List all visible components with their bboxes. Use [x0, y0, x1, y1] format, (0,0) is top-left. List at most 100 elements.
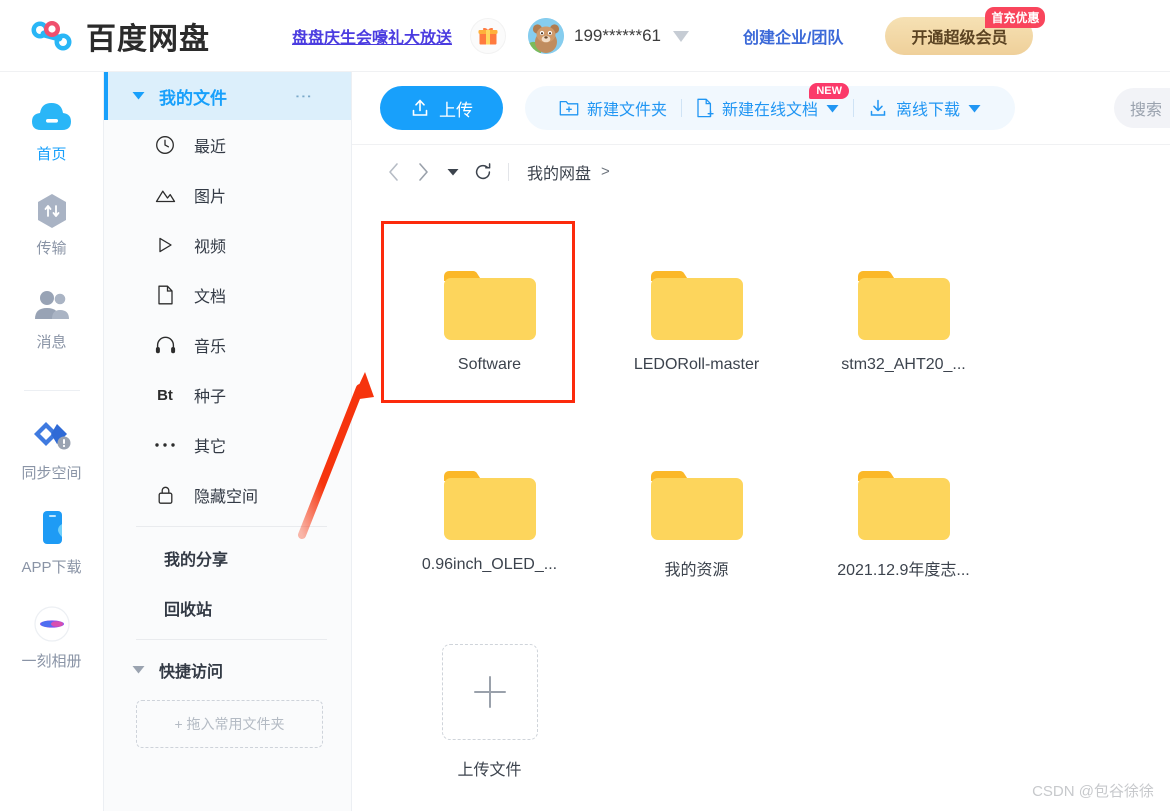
tree-section-label: 我的文件	[159, 88, 227, 108]
create-enterprise-link[interactable]: 创建企业/团队	[743, 24, 843, 48]
csdn-watermark: CSDN @包谷徐徐	[1032, 783, 1154, 800]
rail-item-transfer[interactable]: 传输	[0, 190, 104, 258]
file-tile[interactable]: 我的资源	[593, 416, 800, 616]
sidebar-item-others[interactable]: 其它	[104, 420, 351, 470]
avatar[interactable]	[528, 17, 565, 54]
rail-item-photo-album[interactable]: 一刻相册	[0, 603, 104, 671]
tree-section-quick-access[interactable]: 快捷访问	[104, 646, 351, 694]
refresh-icon	[475, 162, 491, 179]
sidebar-label-torrent: 种子	[194, 389, 227, 406]
rail-label-home: 首页	[36, 146, 67, 163]
sidebar-divider-1	[136, 526, 327, 527]
caret-down-icon	[968, 104, 981, 112]
sidebar-item-pictures[interactable]: 图片	[104, 170, 351, 220]
refresh-button[interactable]	[468, 162, 498, 182]
file-tile[interactable]: 0.96inch_OLED_...	[386, 416, 593, 616]
rail-item-sync-space[interactable]: 同步空间	[0, 415, 104, 483]
cloud-icon	[31, 96, 73, 138]
sync-space-icon	[31, 415, 73, 457]
nav-forward-button[interactable]	[408, 162, 438, 182]
message-people-icon	[33, 284, 71, 326]
rail-label-app-download: APP下载	[21, 559, 82, 576]
file-tile[interactable]: 2021.12.9年度志...	[800, 416, 1007, 616]
offline-download-button[interactable]: 离线下载	[854, 96, 995, 120]
new-online-doc-label: 新建在线文档	[722, 102, 819, 119]
gift-icon	[478, 27, 498, 44]
sidebar-label-hidden-space: 隐藏空间	[194, 489, 259, 506]
upload-button[interactable]: 上传	[380, 86, 503, 130]
more-vertical-icon[interactable]: ⋮	[294, 88, 313, 105]
file-tile[interactable]: LEDORoll-master	[593, 216, 800, 416]
rail-label-transfer: 传输	[36, 240, 67, 257]
sidebar-item-videos[interactable]: 视频	[104, 220, 351, 270]
folder-icon	[647, 216, 747, 346]
gift-button[interactable]	[470, 17, 507, 54]
image-icon	[152, 186, 178, 204]
chevron-down-icon	[132, 87, 145, 105]
rail-divider	[23, 390, 80, 391]
nav-history-button[interactable]	[438, 168, 468, 176]
tree-section-my-files[interactable]: 我的文件 ⋮	[104, 72, 351, 120]
chevron-down-icon	[672, 30, 689, 42]
new-feature-badge: NEW	[809, 83, 850, 99]
sidebar-item-hidden-space[interactable]: 隐藏空间	[104, 470, 351, 520]
breadcrumb-separator-arrow: >	[601, 163, 610, 180]
clock-icon	[152, 135, 178, 155]
sidebar-item-recent[interactable]: 最近	[104, 120, 351, 170]
account-menu-button[interactable]	[671, 28, 691, 44]
main-content: 上传 新建文件夹 新建在线文档 NEW 离线下载 我的网盘 > Software…	[352, 72, 1170, 811]
new-folder-label: 新建文件夹	[587, 102, 668, 119]
upload-button-label: 上传	[439, 100, 473, 120]
primary-nav-rail: 首页 传输 消息 同步空间 APP下载 一刻相册	[0, 72, 104, 811]
plus-icon	[441, 644, 538, 740]
user-account-id[interactable]: 199******61	[574, 26, 661, 46]
phone-app-icon	[37, 509, 67, 551]
brand-logo[interactable]: 百度网盘	[30, 14, 210, 58]
breadcrumb-bar: 我的网盘 >	[352, 144, 1170, 198]
sidebar-item-my-shares[interactable]: 我的分享	[104, 533, 351, 583]
toolbar-actions-group: 新建文件夹 新建在线文档 NEW 离线下载	[525, 83, 1016, 130]
app-header: 百度网盘 盘盘庆生会嚎礼大放送 199******61 创建企业/团队 开通超级…	[0, 0, 1170, 72]
file-grid: Software LEDORoll-master stm32_AHT20_...…	[352, 198, 1170, 811]
rail-item-messages[interactable]: 消息	[0, 284, 104, 352]
play-icon	[152, 236, 178, 254]
download-icon	[870, 99, 886, 116]
promo-campaign-link[interactable]: 盘盘庆生会嚎礼大放送	[292, 24, 452, 48]
caret-down-icon	[826, 104, 839, 112]
offline-download-label: 离线下载	[896, 102, 961, 119]
rail-item-home[interactable]: 首页	[0, 96, 104, 164]
user-avatar-icon	[528, 17, 565, 54]
breadcrumb-item-root[interactable]: 我的网盘	[527, 160, 591, 184]
file-name: Software	[457, 356, 522, 373]
brand-name: 百度网盘	[86, 22, 210, 56]
folder-icon	[440, 416, 540, 546]
sidebar-label-others: 其它	[194, 439, 227, 456]
sidebar-label-recent: 最近	[194, 139, 227, 156]
sidebar-label-pictures: 图片	[194, 189, 227, 206]
file-name: stm32_AHT20_...	[841, 356, 966, 373]
nav-back-button[interactable]	[378, 162, 408, 182]
file-tile[interactable]: stm32_AHT20_...	[800, 216, 1007, 416]
search-input[interactable]: 搜索	[1114, 88, 1170, 128]
lock-icon	[152, 485, 178, 505]
add-tile-thumb	[441, 616, 538, 746]
sidebar-label-my-shares: 我的分享	[164, 552, 229, 569]
file-name: 0.96inch_OLED_...	[421, 556, 558, 573]
sidebar-item-recycle-bin[interactable]: 回收站	[104, 583, 351, 633]
sidebar-item-music[interactable]: 音乐	[104, 320, 351, 370]
folder-icon	[854, 216, 954, 346]
rail-item-app-download[interactable]: APP下载	[0, 509, 104, 577]
headphone-icon	[152, 336, 178, 354]
file-tile[interactable]: Software	[386, 216, 593, 416]
sidebar-item-torrent[interactable]: Bt 种子	[104, 370, 351, 420]
file-name: LEDORoll-master	[633, 356, 760, 373]
file-name: 2021.12.9年度志...	[837, 562, 970, 579]
sidebar-item-documents[interactable]: 文档	[104, 270, 351, 320]
document-icon	[152, 285, 178, 305]
upload-file-tile[interactable]: 上传文件	[386, 616, 593, 811]
new-folder-button[interactable]: 新建文件夹	[545, 96, 681, 120]
folder-plus-icon	[559, 100, 579, 116]
breadcrumb-divider	[508, 162, 509, 181]
new-online-doc-button[interactable]: 新建在线文档 NEW	[682, 83, 853, 120]
quick-access-drop-zone[interactable]: + 拖入常用文件夹	[136, 700, 323, 748]
